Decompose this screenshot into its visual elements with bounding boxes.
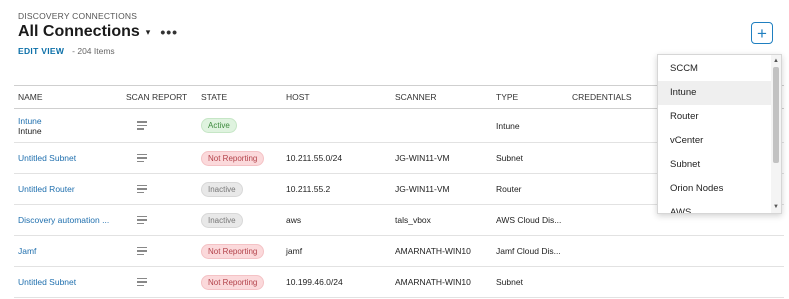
connection-name-sub: Intune — [18, 125, 42, 136]
table-row[interactable]: Jamf Not Reporting jamf AMARNATH-WIN10 Jamf … — [14, 235, 784, 267]
status-badge: Not Reporting — [201, 243, 265, 259]
edit-view-link[interactable]: EDIT VIEW — [18, 46, 64, 56]
scan-report-cell — [122, 266, 197, 298]
menu-item-router[interactable]: Router — [658, 105, 772, 129]
item-count: - 204 Items — [72, 46, 115, 56]
subtitle-row: EDIT VIEW - 204 Items — [18, 46, 115, 56]
host-cell: 10.211.55.2 — [282, 173, 391, 205]
connection-name-link[interactable]: Untitled Router — [18, 184, 122, 194]
connection-name-link[interactable]: Untitled Subnet — [18, 153, 122, 163]
connection-name-link[interactable]: Jamf — [18, 246, 122, 256]
menu-item-intune[interactable]: Intune — [658, 81, 772, 105]
dropdown-scrollbar[interactable]: ▲ ▼ — [771, 55, 781, 213]
status-badge: Active — [201, 118, 237, 133]
scanner-cell: AMARNATH-WIN10 — [391, 266, 492, 298]
name-cell: Untitled Router — [14, 173, 122, 205]
scroll-down-arrow-icon[interactable]: ▼ — [772, 203, 780, 211]
type-cell: Jamf Cloud Dis... — [492, 235, 568, 267]
host-cell — [282, 108, 391, 143]
status-badge: Not Reporting — [201, 150, 265, 166]
column-header-name[interactable]: NAME — [14, 85, 122, 109]
host-cell: aws — [282, 204, 391, 236]
scanner-cell: JG-WIN11-VM — [391, 173, 492, 205]
scan-report-cell — [122, 173, 197, 205]
state-cell: Inactive — [197, 173, 282, 205]
scanner-cell: AMARNATH-WIN10 — [391, 235, 492, 267]
add-connection-button[interactable]: + — [751, 22, 773, 44]
menu-item-sccm[interactable]: SCCM — [658, 57, 772, 81]
name-cell: Jamf — [14, 235, 122, 267]
credentials-cell — [568, 235, 784, 267]
scan-report-cell — [122, 235, 197, 267]
status-badge: Inactive — [201, 212, 243, 228]
section-eyebrow: DISCOVERY CONNECTIONS — [18, 11, 138, 21]
menu-item-vcenter[interactable]: vCenter — [658, 129, 772, 153]
scan-report-icon[interactable] — [137, 152, 147, 165]
column-header-scanner[interactable]: SCANNER — [391, 85, 492, 109]
type-cell: AWS Cloud Dis... — [492, 204, 568, 236]
scanner-cell — [391, 108, 492, 143]
scroll-up-arrow-icon[interactable]: ▲ — [772, 57, 780, 65]
table-row[interactable]: Untitled Subnet Not Reporting 10.199.46.0/… — [14, 266, 784, 298]
name-cell: Discovery automation ... — [14, 204, 122, 236]
status-badge: Inactive — [201, 181, 243, 197]
type-cell: Intune — [492, 108, 568, 143]
connection-type-dropdown: SCCM Intune Router vCenter Subnet Orion Nodes… — [657, 54, 782, 214]
more-options-icon[interactable]: ••• — [160, 25, 178, 39]
type-cell: Subnet — [492, 266, 568, 298]
type-cell: Subnet — [492, 142, 568, 174]
host-cell: jamf — [282, 235, 391, 267]
view-dropdown-caret-icon[interactable]: ▾ — [146, 27, 151, 38]
scan-report-icon[interactable] — [137, 245, 147, 258]
plus-icon: + — [757, 23, 767, 43]
scan-report-icon[interactable] — [137, 183, 147, 196]
scan-report-icon[interactable] — [137, 214, 147, 227]
column-header-scan-report[interactable]: SCAN REPORT — [122, 85, 197, 109]
scan-report-icon[interactable] — [137, 276, 147, 289]
connection-type-menu: SCCM Intune Router vCenter Subnet Orion Nodes… — [658, 57, 772, 213]
state-cell: Not Reporting — [197, 266, 282, 298]
connection-name-link[interactable]: Discovery automation ... — [18, 215, 122, 225]
column-header-type[interactable]: TYPE — [492, 85, 568, 109]
credentials-cell — [568, 266, 784, 298]
scan-report-cell — [122, 108, 197, 143]
scanner-cell: tals_vbox — [391, 204, 492, 236]
scrollbar-thumb[interactable] — [773, 67, 779, 163]
state-cell: Inactive — [197, 204, 282, 236]
scanner-cell: JG-WIN11-VM — [391, 142, 492, 174]
status-badge: Not Reporting — [201, 274, 265, 290]
type-cell: Router — [492, 173, 568, 205]
column-header-host[interactable]: HOST — [282, 85, 391, 109]
host-cell: 10.211.55.0/24 — [282, 142, 391, 174]
state-cell: Not Reporting — [197, 235, 282, 267]
host-cell: 10.199.46.0/24 — [282, 266, 391, 298]
title-row: All Connections ▾ ••• — [18, 22, 178, 42]
menu-item-aws[interactable]: AWS — [658, 201, 772, 213]
scan-report-cell — [122, 204, 197, 236]
column-header-state[interactable]: STATE — [197, 85, 282, 109]
name-cell: Intune Intune — [14, 108, 122, 143]
state-cell: Not Reporting — [197, 142, 282, 174]
name-cell: Untitled Subnet — [14, 266, 122, 298]
page-title: All Connections — [18, 23, 140, 40]
scan-report-cell — [122, 142, 197, 174]
scan-report-icon[interactable] — [137, 119, 147, 132]
connection-name-link[interactable]: Intune — [18, 116, 122, 126]
menu-item-subnet[interactable]: Subnet — [658, 153, 772, 177]
connection-name-link[interactable]: Untitled Subnet — [18, 277, 122, 287]
menu-item-orion-nodes[interactable]: Orion Nodes — [658, 177, 772, 201]
state-cell: Active — [197, 108, 282, 143]
name-cell: Untitled Subnet — [14, 142, 122, 174]
